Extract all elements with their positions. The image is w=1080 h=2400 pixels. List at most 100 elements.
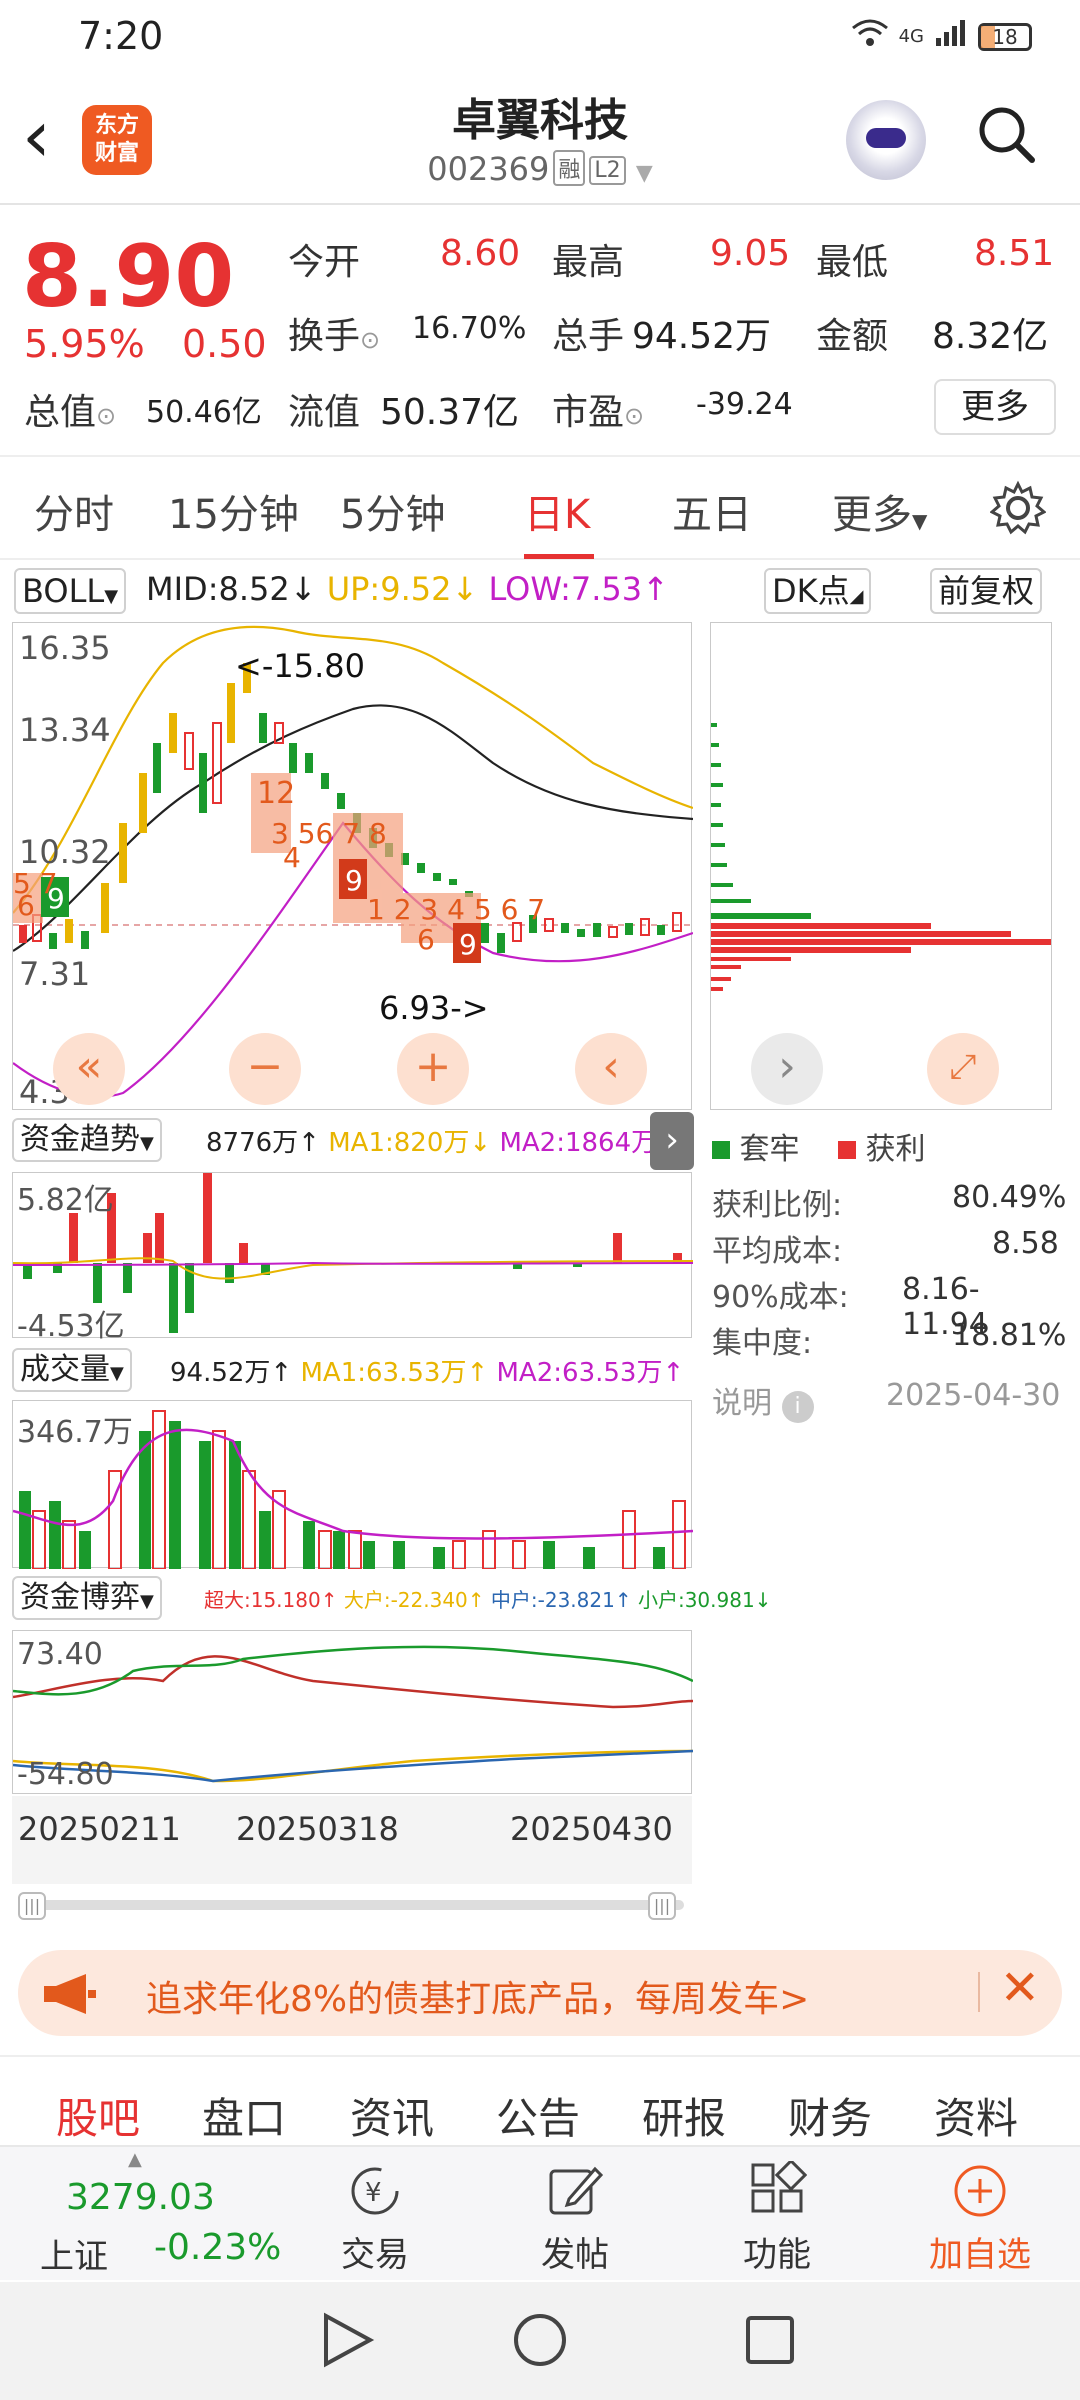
volume-y-top: 346.7万 [17,1415,133,1450]
promo-banner[interactable]: 追求年化8%的债基打底产品，每周发车> ✕ [18,1950,1062,2036]
fund-game-chart[interactable]: 73.40 -54.80 [12,1630,693,1794]
more-button[interactable]: 更多 [934,379,1056,435]
nav-recent-button[interactable] [725,2302,815,2382]
cost90-label: 90%成本: [712,1280,849,1315]
content-tabs: 股吧 盘口 资讯 公告 研报 财务 资料 [0,2055,1080,2143]
triangle-up-icon: ▲ [128,2149,142,2170]
margin-tag: 融 [553,150,586,186]
avg-cost-label: 平均成本: [712,1234,843,1269]
date-tick-3: 20250430 [510,1810,673,1848]
index-name: 上证 [40,2237,108,2277]
volume-select[interactable]: 成交量▼ [12,1348,132,1392]
fund-trend-select[interactable]: 资金趋势▼ [12,1118,162,1162]
fund-y-top: 5.82亿 [17,1183,114,1218]
tab-more[interactable]: 更多▼ [832,482,927,540]
open-label: 今开 [288,242,361,283]
chip-forward-icon[interactable]: › [751,1033,823,1105]
adjust-price-button[interactable]: 前复权 [930,568,1043,614]
svg-text:12: 12 [257,776,295,811]
market-cap-label: 总值⊙ [24,392,117,433]
tab-announcements[interactable]: 公告 [496,2085,580,2146]
tab-financials[interactable]: 财务 [788,2085,872,2146]
range-scrollbar[interactable] [18,1900,684,1910]
fund-game-select[interactable]: 资金博弈▼ [12,1576,162,1620]
low-label: 最低 [816,242,889,283]
network-label: 4G [898,26,924,47]
tab-orderbook[interactable]: 盘口 [202,2085,286,2146]
high-value: 9.05 [710,233,791,274]
svg-text:¥: ¥ [365,2178,382,2208]
edit-icon [549,2166,604,2215]
zoom-in-icon[interactable]: + [397,1033,469,1105]
search-icon[interactable] [976,104,1036,164]
scroll-left-icon[interactable]: « [53,1033,125,1105]
tab-5min[interactable]: 5分钟 [340,482,445,540]
open-value: 8.60 [440,233,521,274]
stock-header: ‹ 东方 财富 卓翼科技 002369 融 L2 ▼ [0,70,1080,205]
status-bar: 7:20 4G 18 [0,0,1080,70]
indicator-select[interactable]: BOLL▼ [14,568,127,614]
nav-home-button[interactable] [495,2302,585,2382]
high-label: 最高 [552,242,625,283]
tab-profile[interactable]: 资料 [934,2085,1018,2146]
game-y-top: 73.40 [17,1637,103,1672]
step-left-icon[interactable]: ‹ [575,1033,647,1105]
active-tab-underline [524,554,594,559]
fund-trend-values: 8776万↑ MA1:820万↓ MA2:1864万↑ [206,1128,679,1158]
tab-forum[interactable]: 股吧 [56,2085,140,2146]
function-button[interactable]: 功能 [722,2147,832,2276]
settings-gear-icon[interactable] [989,480,1047,546]
game-y-bottom: -54.80 [17,1757,114,1792]
fund-trend-chart[interactable]: 5.82亿 -4.53亿 [12,1172,693,1344]
tab-intraday[interactable]: 分时 [34,482,114,540]
change-amount: 0.50 [182,322,267,366]
plus-circle-icon [954,2165,1006,2217]
svg-text:9: 9 [459,928,477,961]
svg-text:6: 6 [17,889,35,922]
info-icon: ⊙ [96,402,117,430]
expand-panel-icon[interactable]: › [650,1112,694,1170]
nav-back-button[interactable] [270,2302,360,2382]
period-tabs: 分时 15分钟 5分钟 日K 五日 更多▼ [0,460,1080,560]
add-watchlist-button[interactable]: 加自选 [920,2147,1040,2276]
close-icon[interactable]: ✕ [1000,1960,1040,2016]
svg-text:9: 9 [345,864,363,897]
tab-five-day[interactable]: 五日 [672,482,752,540]
kline-chart[interactable]: 9 9 9 5 76 12 3 56 7 8 4 1 2 3 4 5 6 7 6… [12,622,693,1111]
chip-help[interactable]: 说明 i [712,1378,814,1423]
pe-label: 市盈⊙ [552,392,645,433]
signal-icon [934,18,968,55]
y-tick-1: 16.35 [19,629,111,667]
boll-values: MID:8.52↓ UP:9.52↓ LOW:7.53↑ [146,570,669,608]
clock: 7:20 [78,14,164,58]
last-price: 8.90 [22,227,235,327]
chip-bars [711,723,1051,991]
svg-text:6: 6 [417,923,435,956]
volume-chart[interactable]: 346.7万 [12,1400,693,1569]
grid-icon [751,2161,807,2213]
tab-daily-k[interactable]: 日K [524,482,590,540]
info-icon: ⊙ [360,326,381,354]
post-button[interactable]: 发帖 [520,2147,630,2276]
divider [978,1972,980,2012]
range-handle-left[interactable]: ||| [18,1892,46,1920]
trade-button[interactable]: ¥ 交易 [320,2147,430,2276]
range-handle-right[interactable]: ||| [648,1892,676,1920]
status-icons: 4G 18 [851,18,1032,55]
volume-values: 94.52万↑ MA1:63.53万↑ MA2:63.53万↑ [170,1358,685,1388]
tab-news[interactable]: 资讯 [350,2085,434,2146]
date-axis: 20250211 20250318 20250430 [12,1796,692,1910]
low-annotation: 6.93-> [379,989,489,1027]
zoom-out-icon[interactable]: − [229,1033,301,1105]
tab-15min[interactable]: 15分钟 [168,482,299,540]
dk-point-button[interactable]: DK点◢ [764,568,872,614]
float-cap-label: 流值 [288,392,361,433]
promo-text: 追求年化8%的债基打底产品，每周发车> [146,1979,810,2020]
concentration-value: 18.81% [952,1318,1067,1353]
tab-research[interactable]: 研报 [642,2085,726,2146]
pe-value: -39.24 [696,387,793,422]
expand-icon[interactable]: ⤢ [927,1033,999,1105]
index-ticker[interactable]: ▲ 3279.03 上证 -0.23% [0,2147,300,2282]
assistant-avatar-icon[interactable] [846,100,926,180]
megaphone-icon [42,1972,98,2020]
